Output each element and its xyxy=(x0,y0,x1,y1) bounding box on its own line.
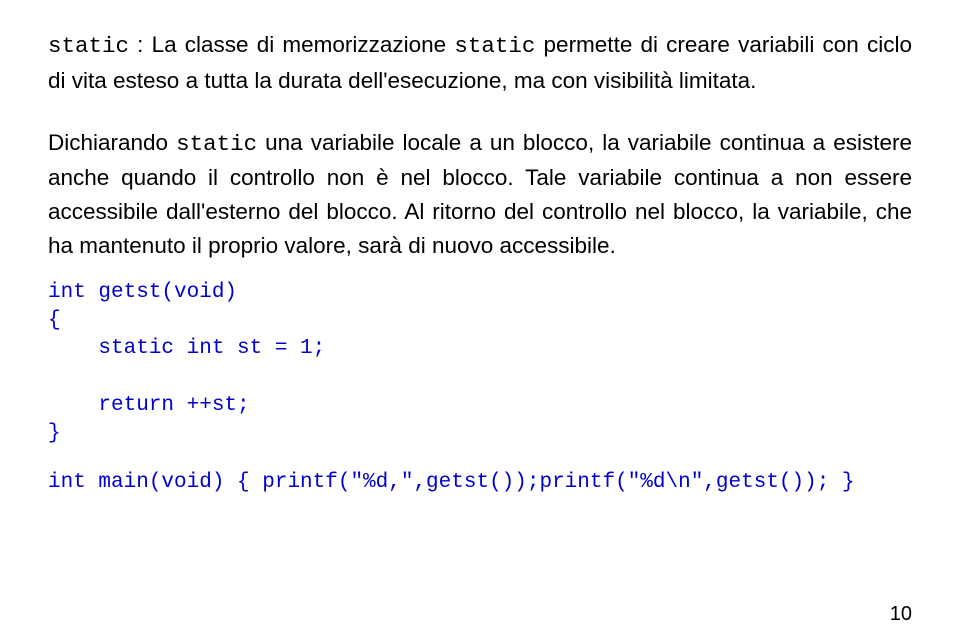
static-keyword-3: static xyxy=(176,131,257,157)
static-keyword-2: static xyxy=(454,33,535,59)
page-number: 10 xyxy=(890,599,912,629)
static-keyword-1: static xyxy=(48,33,129,59)
code-block-function: int getst(void) { static int st = 1; ret… xyxy=(48,279,912,449)
p2-text-1: Dichiarando xyxy=(48,130,176,155)
p1-text-1: : La classe di memorizzazione xyxy=(129,32,454,57)
paragraph-1: static : La classe di memorizzazione sta… xyxy=(48,28,912,98)
code-main-line: int main(void) { printf("%d,",getst());p… xyxy=(48,467,912,499)
paragraph-2: Dichiarando static una variabile locale … xyxy=(48,126,912,263)
